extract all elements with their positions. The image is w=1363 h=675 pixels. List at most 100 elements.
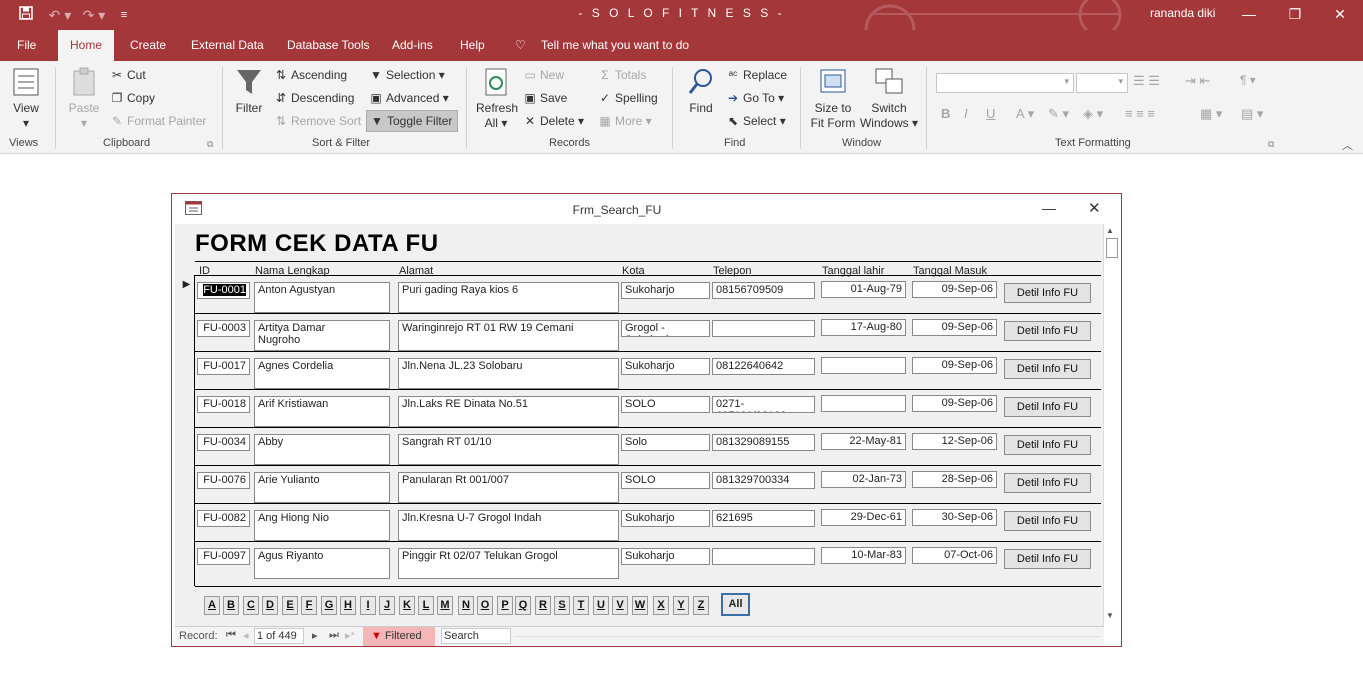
table-row[interactable]: FU-0034 Abby Sangrah RT 01/10 Solo 081329089… — [195, 427, 1101, 465]
tanggal-lahir-field[interactable]: 01-Aug-79 — [821, 281, 906, 298]
form-close-button[interactable]: ✕ — [1088, 199, 1101, 217]
current-record-indicator-icon[interactable]: ▶ — [178, 279, 195, 290]
cut-button[interactable]: ✂ Cut — [110, 68, 146, 82]
nama-field[interactable]: Agus Riyanto — [254, 548, 390, 579]
alamat-field[interactable]: Jln.Laks RE Dinata No.51 — [398, 396, 619, 427]
form-minimize-button[interactable]: — — [1042, 200, 1056, 216]
first-record-icon[interactable]: ⏮ — [226, 629, 236, 642]
tab-external-data[interactable]: External Data — [191, 38, 264, 52]
nama-field[interactable]: Agnes Cordelia — [254, 358, 390, 389]
id-field[interactable]: FU-0076 — [197, 472, 250, 489]
tanggal-masuk-field[interactable]: 09-Sep-06 — [912, 281, 997, 298]
new-record-nav-icon[interactable]: ▸* — [345, 629, 355, 642]
table-row[interactable]: FU-0017 Agnes Cordelia Jln.Nena JL.23 Solo… — [195, 351, 1101, 389]
toggle-filter-button[interactable]: ▼ Toggle Filter — [366, 110, 458, 132]
kota-field[interactable]: Solo — [621, 434, 710, 451]
telepon-field[interactable] — [712, 548, 815, 565]
letter-filter-button-k[interactable]: K — [399, 596, 415, 615]
letter-filter-button-u[interactable]: U — [593, 596, 609, 615]
descending-button[interactable]: ⇵ Descending — [274, 91, 354, 105]
vertical-scrollbar[interactable]: ▲ ▼ — [1103, 224, 1120, 626]
id-field[interactable]: FU-0017 — [197, 358, 250, 375]
tanggal-lahir-field[interactable]: 22-May-81 — [821, 433, 906, 450]
letter-filter-button-i[interactable]: I — [360, 596, 376, 615]
search-input[interactable]: Search — [441, 628, 511, 644]
restore-button[interactable]: ❐ — [1280, 4, 1310, 24]
id-field[interactable]: FU-0097 — [197, 548, 250, 565]
tanggal-lahir-field[interactable]: 17-Aug-80 — [821, 319, 906, 336]
scroll-up-icon[interactable]: ▲ — [1106, 226, 1114, 235]
letter-filter-button-c[interactable]: C — [243, 596, 259, 615]
goto-button[interactable]: ➔ Go To ▾ — [726, 91, 784, 105]
filter-button[interactable]: Filter — [232, 67, 266, 116]
table-row[interactable]: FU-0003 Artitya Damar Nugroho Waringinrejo… — [195, 313, 1101, 351]
alternate-row-color-icon[interactable]: ▤ ▾ — [1241, 106, 1263, 122]
telepon-field[interactable]: 081329700334 — [712, 472, 815, 489]
delete-button[interactable]: ✕ Delete ▾ — [523, 114, 584, 128]
table-row[interactable]: FU-0076 Arie Yulianto Panularan Rt 001/007… — [195, 465, 1101, 503]
id-field[interactable]: FU-0018 — [197, 396, 250, 413]
detil-info-button[interactable]: Detil Info FU — [1004, 321, 1091, 341]
letter-filter-button-j[interactable]: J — [379, 596, 395, 615]
kota-field[interactable]: Grogol - Sukoharjo — [621, 320, 710, 337]
id-field[interactable]: FU-0003 — [197, 320, 250, 337]
table-row[interactable]: FU-0082 Ang Hiong Nio Jln.Kresna U-7 Grogo… — [195, 503, 1101, 541]
tanggal-lahir-field[interactable] — [821, 357, 906, 374]
letter-filter-button-o[interactable]: O — [477, 596, 493, 615]
italic-button[interactable]: I — [964, 106, 968, 121]
scroll-thumb[interactable] — [1106, 238, 1118, 258]
font-color-icon[interactable]: A ▾ — [1016, 106, 1034, 122]
tab-database-tools[interactable]: Database Tools — [287, 38, 370, 52]
indent-icon[interactable]: ⇥ ⇤ — [1185, 73, 1210, 89]
alamat-field[interactable]: Puri gading Raya kios 6 — [398, 282, 619, 313]
letter-filter-button-h[interactable]: H — [340, 596, 356, 615]
tanggal-masuk-field[interactable]: 09-Sep-06 — [912, 357, 997, 374]
letter-filter-button-w[interactable]: W — [632, 596, 648, 615]
tanggal-masuk-field[interactable]: 07-Oct-06 — [912, 547, 997, 564]
last-record-icon[interactable]: ⏭ — [329, 629, 339, 642]
dialog-launcher-icon[interactable]: ⧉ — [1268, 139, 1274, 150]
ascending-button[interactable]: ⇅ Ascending — [274, 68, 347, 82]
totals-button[interactable]: Σ Totals — [598, 68, 646, 82]
id-field[interactable]: FU-0082 — [197, 510, 250, 527]
letter-filter-button-v[interactable]: V — [612, 596, 628, 615]
more-button[interactable]: ▦ More ▾ — [598, 114, 651, 128]
user-name[interactable]: rananda diki — [1150, 6, 1215, 20]
view-button[interactable]: View ▾ — [8, 67, 44, 131]
letter-filter-button-e[interactable]: E — [282, 596, 298, 615]
find-button[interactable]: Find — [684, 67, 718, 116]
alamat-field[interactable]: Waringinrejo RT 01 RW 19 Cemani — [398, 320, 619, 351]
letter-filter-button-p[interactable]: P — [497, 596, 513, 615]
kota-field[interactable]: SOLO — [621, 472, 710, 489]
alamat-field[interactable]: Jln.Nena JL.23 Solobaru — [398, 358, 619, 389]
tanggal-masuk-field[interactable]: 12-Sep-06 — [912, 433, 997, 450]
letter-filter-button-l[interactable]: L — [418, 596, 434, 615]
new-record-button[interactable]: ▭ New — [523, 68, 564, 82]
nama-field[interactable]: Arie Yulianto — [254, 472, 390, 503]
tab-help[interactable]: Help — [460, 38, 485, 52]
underline-button[interactable]: U — [986, 106, 995, 121]
tell-me-search[interactable]: Tell me what you want to do — [541, 38, 689, 52]
letter-filter-button-r[interactable]: R — [535, 596, 551, 615]
alamat-field[interactable]: Pinggir Rt 02/07 Telukan Grogol — [398, 548, 619, 579]
tab-add-ins[interactable]: Add-ins — [392, 38, 433, 52]
tanggal-masuk-field[interactable]: 28-Sep-06 — [912, 471, 997, 488]
select-button[interactable]: ⬉ Select ▾ — [726, 114, 786, 128]
bullets-icon[interactable]: ☰ ☰ — [1133, 73, 1160, 89]
kota-field[interactable]: Sukoharjo — [621, 282, 710, 299]
refresh-all-button[interactable]: Refresh All ▾ — [476, 67, 518, 131]
tab-create[interactable]: Create — [130, 38, 166, 52]
telepon-field[interactable]: 08156709509 — [712, 282, 815, 299]
detil-info-button[interactable]: Detil Info FU — [1004, 435, 1091, 455]
letter-filter-button-n[interactable]: N — [458, 596, 474, 615]
switch-windows-button[interactable]: Switch Windows ▾ — [859, 67, 919, 131]
current-record-input[interactable]: 1 of 449 — [254, 628, 304, 644]
letter-filter-button-d[interactable]: D — [262, 596, 278, 615]
horizontal-scroll-track[interactable] — [515, 636, 1100, 637]
detil-info-button[interactable]: Detil Info FU — [1004, 511, 1091, 531]
nama-field[interactable]: Arif Kristiawan — [254, 396, 390, 427]
advanced-button[interactable]: ▣ Advanced ▾ — [369, 91, 448, 105]
fill-color-icon[interactable]: ◈ ▾ — [1083, 106, 1103, 122]
tanggal-masuk-field[interactable]: 30-Sep-06 — [912, 509, 997, 526]
nama-field[interactable]: Artitya Damar Nugroho — [254, 320, 390, 351]
